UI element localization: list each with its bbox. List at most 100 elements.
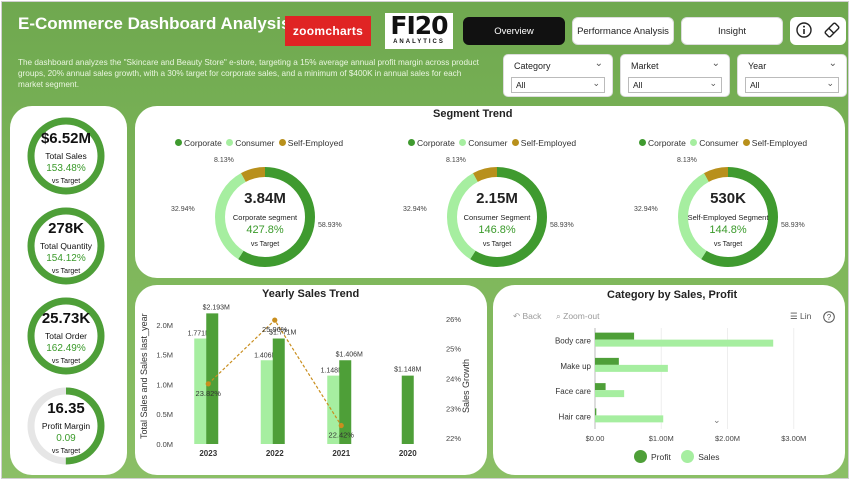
kpi-label: Total Sales: [45, 151, 87, 161]
fi20-logo-text: FI20: [390, 11, 448, 40]
bar-label-total: $2.193M: [203, 304, 230, 311]
kpi-label: Profit Margin: [41, 421, 91, 431]
bar-profit[interactable]: [595, 383, 606, 391]
tab-insight[interactable]: Insight: [681, 17, 783, 45]
x-tick-label: 2020: [399, 449, 417, 458]
legend-consumer: Consumer: [235, 138, 275, 148]
bar-sales[interactable]: [595, 339, 774, 347]
donut-label: Corporate segment: [232, 213, 298, 222]
y-tick-label: Hair care: [559, 412, 592, 421]
kpi-total-quantity: 278K Total Quantity 154.12% vs Target: [26, 206, 106, 286]
bar-label-total: $1.148M: [394, 367, 421, 374]
category-legend: Profit Sales: [634, 450, 719, 463]
dashboard: E-Commerce Dashboard Analysis The dashbo…: [1, 1, 849, 479]
bar-total-sales[interactable]: [401, 375, 414, 444]
slice-label-consumer: 32.94%: [171, 206, 195, 213]
growth-point[interactable]: [338, 422, 344, 429]
kpi-target: vs Target: [51, 358, 81, 365]
filter-year-select[interactable]: All ⌄: [745, 77, 839, 93]
category-chart: $0.00 $1.00M $2.00M $3.00M Body care Make up F…: [555, 328, 806, 443]
y2-tick-label: 23%: [446, 404, 461, 413]
y-tick-label: 0.5M: [156, 410, 173, 419]
bar-sales[interactable]: [595, 390, 625, 398]
filter-category-select[interactable]: All ⌄: [511, 77, 605, 93]
donut-percent: 427.8%: [246, 224, 284, 236]
legend-self-employed: Self-Employed: [287, 138, 344, 148]
x-tick-label: $1.00M: [649, 434, 674, 443]
donut-value: 2.15M: [476, 190, 518, 207]
y2-tick-label: 25%: [446, 345, 461, 354]
slice-label-corporate: 58.93%: [550, 222, 574, 229]
legend-dot-profit: [634, 450, 647, 463]
slice-label-self-employed: 8.13%: [446, 157, 466, 164]
yearly-sales-chart: 2.0M1.5M1.0M0.5M0.0M26%25%24%23%22%1.771…: [156, 304, 461, 458]
legend-dot-self-employed: [742, 139, 750, 146]
bar-profit[interactable]: [595, 408, 597, 416]
growth-point[interactable]: [205, 381, 211, 387]
kpi-percent: 153.48%: [46, 163, 86, 174]
x-tick-label: $2.00M: [715, 434, 740, 443]
kpi-label: Total Order: [44, 331, 88, 341]
chevron-down-icon: ⌄: [592, 78, 600, 88]
x-tick-label: $3.00M: [781, 434, 806, 443]
zoomcharts-logo: zoomcharts: [285, 16, 371, 46]
legend-dot-self-employed: [278, 139, 286, 146]
eraser-icon[interactable]: [823, 21, 841, 42]
growth-point[interactable]: [272, 317, 278, 323]
x-tick-label: 2021: [332, 449, 350, 458]
kpi-percent: 162.49%: [46, 343, 86, 354]
kpi-percent: 0.09: [56, 433, 76, 444]
legend-dot-corporate: [175, 139, 182, 146]
segment-donut-consumer: 2.15M Consumer Segment 146.8% vs Target: [442, 162, 552, 272]
legend-dot-consumer: [690, 139, 698, 146]
legend-consumer: Consumer: [699, 138, 739, 148]
slice-label-corporate: 58.93%: [318, 222, 342, 229]
chevron-down-icon[interactable]: ⌄: [713, 415, 721, 426]
bar-sales-last-year[interactable]: [260, 360, 275, 444]
legend-corporate: Corporate: [648, 138, 686, 148]
icon-button-group: [790, 17, 846, 45]
segment-trend-card: Segment Trend Corporate Consumer Self-Em…: [135, 106, 845, 278]
donut-label: Consumer Segment: [463, 213, 531, 222]
tab-overview[interactable]: Overview: [463, 17, 565, 45]
chevron-down-icon: ⌄: [709, 78, 717, 88]
chevron-down-icon: ⌄: [594, 58, 603, 69]
legend-dot-consumer: [459, 139, 467, 146]
bar-profit[interactable]: [595, 332, 635, 340]
segment-legend: Corporate Consumer Self-Employed: [639, 138, 807, 148]
info-icon[interactable]: [795, 21, 812, 41]
filter-year[interactable]: Year ⌄ All ⌄: [737, 54, 847, 97]
kpi-target: vs Target: [51, 448, 81, 455]
legend-profit: Profit: [651, 452, 671, 462]
y-tick-label: Body care: [555, 337, 592, 346]
kpi-target: vs Target: [51, 178, 81, 185]
bar-sales[interactable]: [595, 364, 668, 372]
bar-sales[interactable]: [595, 415, 664, 423]
filter-year-label: Year: [748, 61, 767, 71]
filter-category[interactable]: Category ⌄ All ⌄: [503, 54, 613, 97]
legend-consumer: Consumer: [468, 138, 508, 148]
growth-label: 23.82%: [196, 389, 222, 398]
legend-self-employed: Self-Employed: [520, 138, 577, 148]
donut-target: vs Target: [713, 241, 743, 248]
kpi-percent: 154.12%: [46, 253, 86, 264]
tab-performance-analysis[interactable]: Performance Analysis: [572, 17, 674, 45]
filter-market-select[interactable]: All ⌄: [628, 77, 722, 93]
legend-corporate: Corporate: [417, 138, 455, 148]
y-tick-label: 1.0M: [156, 380, 173, 389]
segment-trend-title: Segment Trend: [433, 108, 513, 120]
slice-label-consumer: 32.94%: [403, 206, 427, 213]
slice-label-self-employed: 8.13%: [214, 157, 234, 164]
filter-market[interactable]: Market ⌄ All ⌄: [620, 54, 730, 97]
bar-total-sales[interactable]: [272, 338, 285, 444]
fi20-logo-subtext: ANALYTICS: [393, 39, 445, 45]
y2-tick-label: 26%: [446, 315, 461, 324]
bar-total-sales[interactable]: [206, 313, 219, 444]
yearly-sales-card: Yearly Sales Trend Total Sales and Sales…: [135, 285, 487, 475]
kpi-profit-margin: 16.35 Profit Margin 0.09 vs Target: [26, 386, 106, 466]
x-tick-label: 2023: [199, 449, 217, 458]
kpi-label: Total Quantity: [40, 241, 92, 251]
bar-profit[interactable]: [595, 357, 619, 365]
segment-donut-self-employed: 530K Self-Employed Segment 144.8% vs Tar…: [673, 162, 783, 272]
growth-label: 25.96%: [262, 325, 288, 334]
